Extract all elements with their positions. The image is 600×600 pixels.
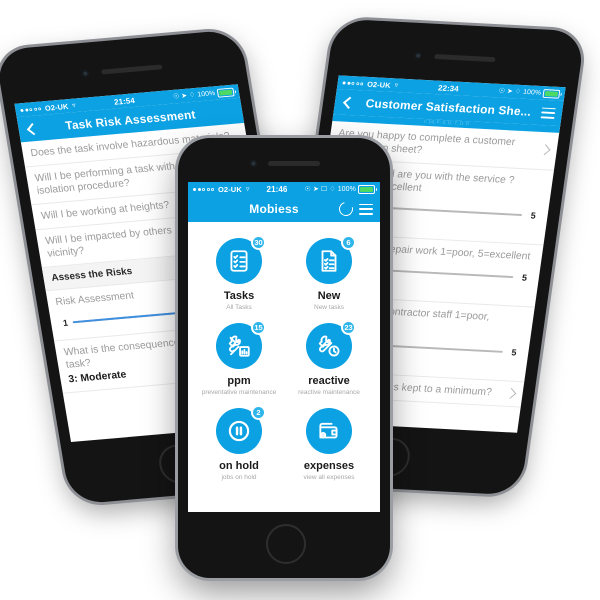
tile-subtitle: view all expenses [303,474,355,481]
app-title: Mobiess [249,202,299,216]
badge-count: 15 [251,320,266,335]
nav-bar: Mobiess [188,196,380,222]
bluetooth-icon: ♢ [188,91,197,100]
tile-on-hold[interactable]: 2 on hold jobs on hold [194,402,284,485]
tile-icon-container: 2 [216,405,266,454]
badge-count: 2 [251,405,266,420]
signal-strength-icon [342,80,363,85]
alarm-icon: ☉ [172,93,181,101]
home-button[interactable] [266,524,306,564]
battery-icon [216,87,235,98]
new-document-checklist-icon [321,250,337,272]
chevron-left-icon [26,122,39,135]
front-phone-screen: O2-UK ▿ 21:46 ☉ ➤ ☐ ♢ 100% Mobiess 30 Ta… [188,182,380,512]
tile-icon-container: 15 [216,320,266,369]
tile-new[interactable]: 6 New New tasks [284,232,374,315]
chevron-right-icon [505,387,517,399]
slider-max-label: 5 [530,210,537,221]
slider-min-label: 1 [62,317,69,328]
chevron-left-icon [342,96,356,109]
battery-icon [358,184,377,194]
badge-count: 30 [251,235,266,250]
hamburger-menu-icon [359,203,373,215]
checklist-clipboard-icon [230,250,248,272]
screen-rotation-lock-icon: ☐ [320,186,328,193]
battery-percent-label: 100% [337,185,356,193]
tile-title: expenses [303,460,355,472]
tile-title: Tasks [223,290,255,302]
chevron-right-icon [539,144,551,156]
tile-icon-container: 30 [216,235,266,284]
signal-strength-icon [193,187,214,191]
location-arrow-icon: ➤ [312,186,319,193]
earpiece-speaker [268,161,320,166]
pause-circle-icon [228,420,250,442]
tile-icon-container: 6 [306,235,356,284]
front-camera-icon [250,160,257,167]
tile-expenses[interactable]: expenses view all expenses [284,402,374,485]
carrier-label: O2-UK [218,184,242,194]
menu-button[interactable] [539,105,557,121]
tile-title: New [317,290,341,302]
clock-label: 21:46 [266,184,288,194]
tile-title: reactive [308,375,350,387]
tile-tasks[interactable]: 30 Tasks All Tasks [194,232,284,315]
tile-subtitle: reactive maintenance [298,389,360,396]
front-camera-icon [414,52,423,60]
alarm-icon: ☉ [304,186,311,193]
tile-subtitle: All Tasks [226,304,252,311]
tile-title: ppm [227,375,251,387]
refresh-icon [336,199,356,219]
tile-icon-container: 23 [306,320,356,369]
wrench-screwdriver-clock-icon [318,335,340,357]
tile-subtitle: New tasks [314,304,344,311]
slider-label: Risk Assessment [54,289,135,308]
menu-button[interactable] [358,201,374,217]
earpiece-speaker [434,54,496,63]
home-tile-grid: 30 Tasks All Tasks 6 New New tasks 15 pp… [188,222,380,485]
carrier-label: O2-UK [366,79,392,90]
slider-max-label: 5 [521,272,528,283]
tile-title: on hold [219,460,259,472]
badge-count: 6 [341,235,356,250]
alarm-icon: ☉ [498,87,506,95]
location-arrow-icon: ➤ [180,92,188,100]
wallet-icon [319,422,338,439]
question-text: Will I be working at heights? [40,199,171,222]
front-camera-icon [81,69,90,78]
tile-ppm[interactable]: 15 ppm preventative maintenance [194,317,284,400]
hamburger-menu-icon [540,107,556,119]
badge-count: 23 [341,320,356,335]
battery-percent-label: 100% [522,88,542,97]
earpiece-speaker [101,64,163,75]
battery-icon [542,88,561,99]
bluetooth-icon: ♢ [514,88,522,96]
page-title: Customer Satisfaction She... [364,96,533,119]
bluetooth-icon: ♢ [329,186,336,193]
showcase-canvas: O2-UK ▿ 21:54 ☉ ➤ ♢ 100% Task Risk Asses… [0,0,600,600]
slider-max-label: 5 [510,346,518,357]
tile-icon-container [306,408,352,454]
tile-subtitle: jobs on hold [221,474,257,481]
phone-front-mobiess-home: O2-UK ▿ 21:46 ☉ ➤ ☐ ♢ 100% Mobiess 30 Ta… [178,138,390,578]
status-bar: O2-UK ▿ 21:46 ☉ ➤ ☐ ♢ 100% [188,182,380,196]
refresh-button[interactable] [336,199,356,219]
carrier-label: O2-UK [44,101,69,113]
battery-percent-label: 100% [196,89,216,98]
location-arrow-icon: ➤ [506,88,514,96]
signal-strength-icon [20,107,41,112]
tile-reactive[interactable]: 23 reactive reactive maintenance [284,317,374,400]
wrench-screwdriver-chart-icon [228,335,250,357]
tile-subtitle: preventative maintenance [201,389,277,396]
